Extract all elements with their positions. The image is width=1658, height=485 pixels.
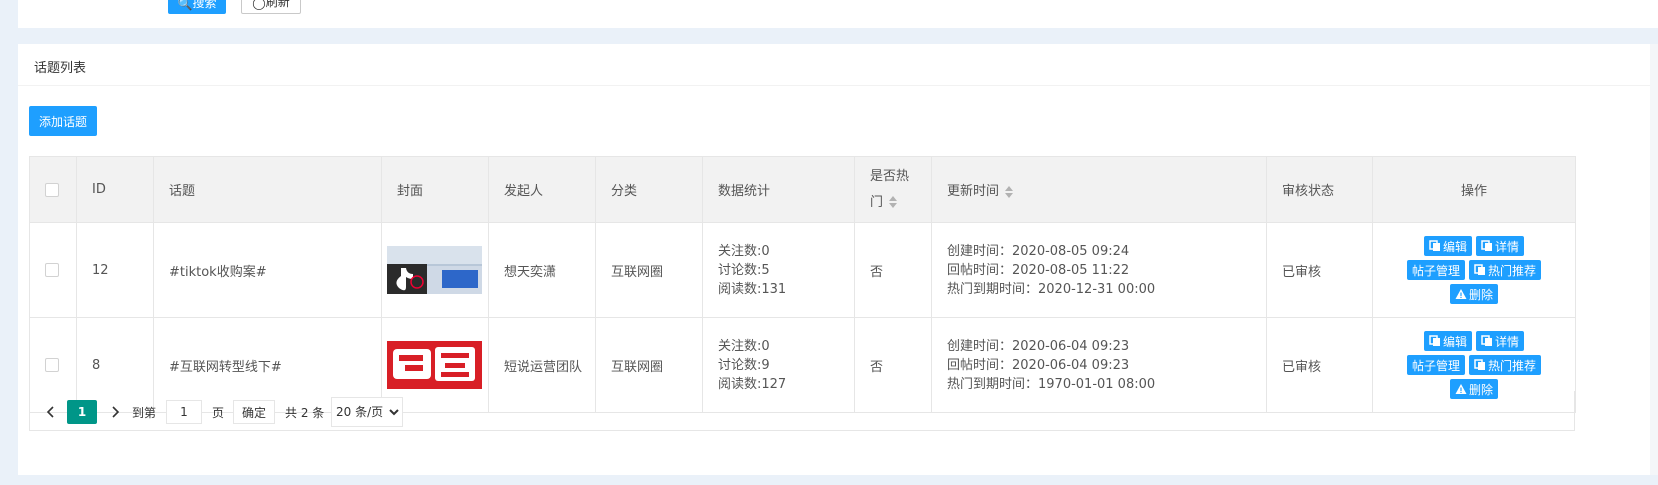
page-unit-label: 页	[212, 405, 225, 420]
created-time: 创建时间：2020-08-05 09:24	[947, 243, 1130, 259]
sort-icon[interactable]	[1005, 185, 1014, 198]
discuss-count: 讨论数:9	[718, 357, 770, 373]
column-header-category: 分类	[595, 156, 703, 223]
cell-stats: 关注数:0 讨论数:5 阅读数:131	[702, 222, 855, 318]
table-header-row: ID 话题 封面 发起人 分类 数据统计 是否热 门 更新时间 审核状态 操作	[29, 156, 1576, 223]
scrollbar[interactable]	[1650, 44, 1658, 475]
cell-topic: #tiktok收购案#	[153, 222, 382, 318]
copy-icon	[1481, 335, 1492, 346]
next-page-icon[interactable]	[110, 400, 120, 424]
cell-hot: 否	[854, 222, 932, 318]
cover-image	[387, 246, 482, 294]
delete-button[interactable]: 删除	[1449, 284, 1498, 304]
copy-icon	[1474, 264, 1485, 275]
column-header-actions: 操作	[1372, 156, 1576, 223]
copy-icon	[1474, 359, 1485, 370]
select-all-cell	[29, 156, 77, 223]
hot-expire-time: 热门到期时间：2020-12-31 00:00	[947, 281, 1156, 297]
follow-count: 关注数:0	[718, 243, 770, 259]
read-count: 阅读数:131	[718, 281, 787, 297]
goto-label: 到第	[132, 405, 157, 420]
column-header-cover: 封面	[381, 156, 489, 223]
hot-recommend-button[interactable]: 热门推荐	[1469, 355, 1542, 375]
posts-manage-button[interactable]: 帖子管理	[1406, 355, 1465, 375]
detail-button[interactable]: 详情	[1476, 331, 1525, 351]
topic-list-card: 话题列表 添加话题 ID 话题 封面 发起人 分类 数据统计 是否热 门 更新时…	[18, 44, 1658, 475]
card-header: 话题列表	[18, 44, 1658, 86]
cell-author: 想天奕潇	[488, 222, 596, 318]
cell-actions: 编辑 详情 帖子管理 热门推荐 删除	[1372, 222, 1576, 318]
edit-button[interactable]: 编辑	[1423, 236, 1472, 256]
goto-confirm-button[interactable]: 确定	[233, 400, 276, 424]
cell-category: 互联网圈	[595, 222, 703, 318]
sort-icon[interactable]	[889, 196, 898, 208]
pagination: 1 到第 页 确定 共 2 条 20 条/页	[29, 391, 1575, 431]
column-header-stats: 数据统计	[702, 156, 855, 223]
topic-table: ID 话题 封面 发起人 分类 数据统计 是否热 门 更新时间 审核状态 操作	[29, 156, 1576, 413]
replied-time: 回帖时间：2020-08-05 11:22	[947, 262, 1130, 278]
refresh-button[interactable]: ◯ 刷新	[241, 0, 301, 14]
table-row: 12 #tiktok收购案# 想天奕潇 互联网圈 关注数:0 讨论数:5 阅读数…	[29, 222, 1576, 318]
cover-image	[387, 341, 482, 389]
search-icon: 🔍	[177, 0, 193, 11]
column-header-review: 审核状态	[1266, 156, 1373, 223]
copy-icon	[1481, 240, 1492, 251]
page-size-select[interactable]: 20 条/页	[331, 397, 403, 427]
cell-update-time: 创建时间：2020-08-05 09:24 回帖时间：2020-08-05 11…	[931, 222, 1267, 318]
replied-time: 回帖时间：2020-06-04 09:23	[947, 357, 1130, 373]
goto-page-input[interactable]	[166, 400, 202, 424]
warning-icon	[1455, 289, 1467, 299]
refresh-icon: ◯	[252, 0, 266, 10]
discuss-count: 讨论数:5	[718, 262, 770, 278]
add-topic-button[interactable]: 添加话题	[29, 106, 97, 136]
follow-count: 关注数:0	[718, 338, 770, 354]
column-header-topic: 话题	[153, 156, 382, 223]
search-button[interactable]: 🔍 搜索	[168, 0, 226, 14]
detail-button[interactable]: 详情	[1476, 236, 1525, 256]
created-time: 创建时间：2020-06-04 09:23	[947, 338, 1130, 354]
total-count: 共 2 条	[285, 405, 325, 420]
prev-page-icon[interactable]	[46, 400, 56, 424]
select-all-checkbox[interactable]	[45, 182, 59, 197]
search-card: 🔍 搜索 ◯ 刷新	[18, 0, 1658, 28]
hot-recommend-button[interactable]: 热门推荐	[1469, 260, 1542, 280]
row-checkbox[interactable]	[45, 263, 59, 277]
posts-manage-button[interactable]: 帖子管理	[1406, 260, 1465, 280]
cell-id: 12	[76, 222, 154, 318]
column-header-id: ID	[76, 156, 154, 223]
edit-button[interactable]: 编辑	[1423, 331, 1472, 351]
column-header-hot[interactable]: 是否热 门	[854, 156, 932, 223]
copy-icon	[1429, 335, 1440, 346]
column-header-update-time[interactable]: 更新时间	[931, 156, 1267, 223]
copy-icon	[1429, 240, 1440, 251]
column-header-author: 发起人	[488, 156, 596, 223]
current-page[interactable]: 1	[67, 400, 97, 424]
row-checkbox[interactable]	[45, 358, 59, 372]
cell-review-status: 已审核	[1266, 222, 1373, 318]
card-title: 话题列表	[34, 61, 87, 76]
